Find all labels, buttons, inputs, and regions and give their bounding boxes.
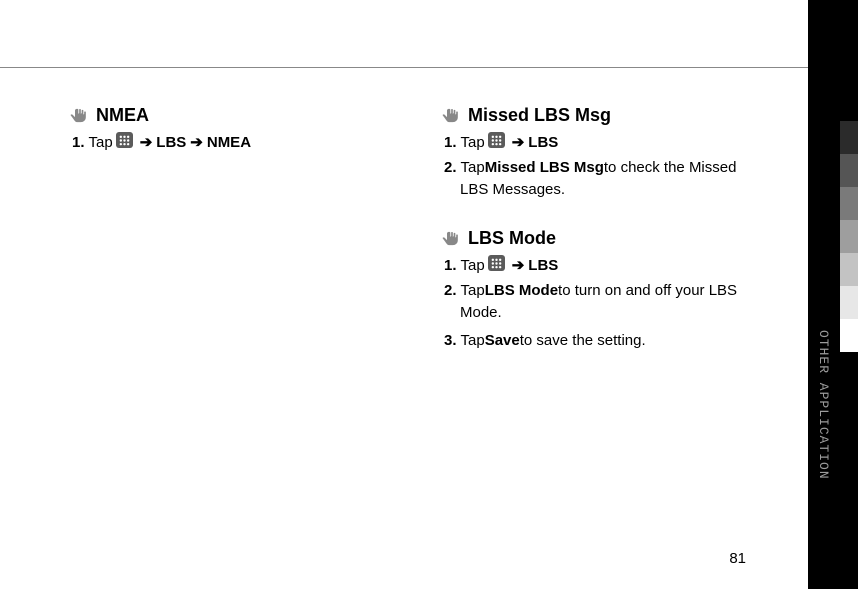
missed-title: Missed LBS Msg — [468, 105, 611, 126]
hand-icon — [442, 230, 462, 247]
mode-step-3: 3. Tap Save to save the setting. — [444, 330, 790, 351]
step-bold-lbs: LBS — [528, 255, 558, 276]
step-pre: Tap — [461, 330, 485, 351]
edge-tab — [840, 286, 858, 319]
step-text: Tap — [89, 132, 113, 153]
page-number: 81 — [729, 550, 746, 567]
edge-tab — [840, 187, 858, 220]
edge-tab — [840, 319, 858, 352]
step-number: 1. — [444, 255, 457, 276]
hand-icon — [442, 107, 462, 124]
step-text: Tap — [461, 255, 485, 276]
nmea-step-1: 1. Tap ➔ LBS ➔ NMEA — [72, 132, 418, 153]
arrow-icon: ➔ — [512, 132, 525, 153]
step-bold-lbs: LBS — [156, 132, 186, 153]
step-bold-lbs: LBS — [528, 132, 558, 153]
right-column: Missed LBS Msg 1. Tap ➔ LBS 2. Tap Misse… — [442, 105, 790, 355]
apps-grid-icon — [116, 132, 133, 148]
apps-grid-icon — [488, 132, 505, 148]
hand-icon — [70, 107, 90, 124]
missed-step-1: 1. Tap ➔ LBS — [444, 132, 790, 153]
step-post: to save the setting. — [520, 330, 646, 351]
edge-tab — [840, 88, 858, 121]
page-background: NMEA 1. Tap ➔ LBS ➔ NMEA Missed LBS Msg — [0, 0, 808, 589]
step-number: 2. — [444, 157, 457, 178]
step-number: 3. — [444, 330, 457, 351]
step-pre: Tap — [461, 157, 485, 178]
edge-tab — [840, 220, 858, 253]
arrow-icon: ➔ — [512, 255, 525, 276]
step-pre: Tap — [461, 280, 485, 301]
mode-step-2-body: Mode. — [442, 303, 790, 323]
edge-tabs — [840, 88, 858, 352]
missed-step-2: 2. Tap Missed LBS Msg to check the Misse… — [444, 157, 790, 178]
step-text: Tap — [461, 132, 485, 153]
step-bold-nmea: NMEA — [207, 132, 251, 153]
section-side-label: OTHER APPLICATION — [816, 330, 831, 480]
nmea-heading: NMEA — [70, 105, 418, 126]
step-number: 1. — [72, 132, 85, 153]
arrow-icon: ➔ — [140, 132, 153, 153]
step-post: to turn on and off your LBS — [558, 280, 737, 301]
mode-title: LBS Mode — [468, 228, 556, 249]
header-divider — [0, 67, 808, 68]
edge-tab — [840, 154, 858, 187]
mode-heading: LBS Mode — [442, 228, 790, 249]
step-bold: Missed LBS Msg — [485, 157, 604, 178]
missed-heading: Missed LBS Msg — [442, 105, 790, 126]
left-column: NMEA 1. Tap ➔ LBS ➔ NMEA — [70, 105, 418, 355]
edge-tab — [840, 121, 858, 154]
step-bold: Save — [485, 330, 520, 351]
step-number: 1. — [444, 132, 457, 153]
apps-grid-icon — [488, 255, 505, 271]
nmea-title: NMEA — [96, 105, 149, 126]
arrow-icon: ➔ — [190, 132, 203, 153]
mode-step-1: 1. Tap ➔ LBS — [444, 255, 790, 276]
missed-step-2-body: LBS Messages. — [442, 180, 790, 200]
step-post: to check the Missed — [604, 157, 737, 178]
mode-step-2: 2. Tap LBS Mode to turn on and off your … — [444, 280, 790, 301]
content-area: NMEA 1. Tap ➔ LBS ➔ NMEA Missed LBS Msg — [70, 105, 790, 355]
step-bold: LBS Mode — [485, 280, 558, 301]
edge-tab — [840, 253, 858, 286]
step-number: 2. — [444, 280, 457, 301]
